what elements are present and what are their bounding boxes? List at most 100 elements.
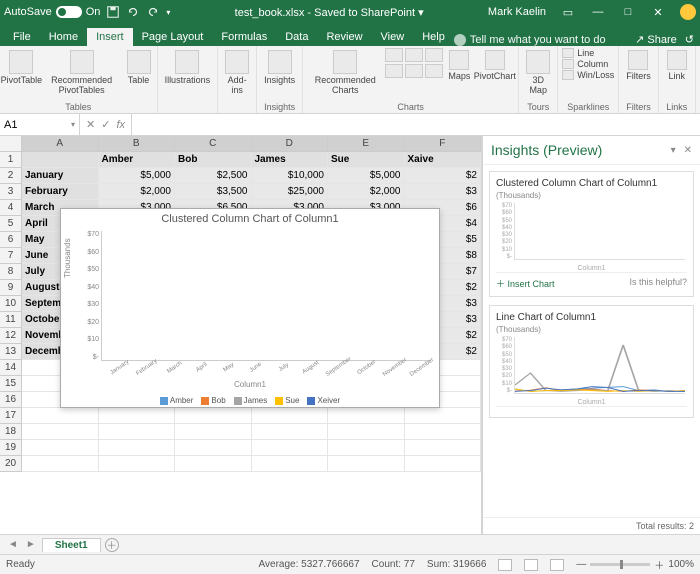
view-page-layout-icon[interactable] bbox=[524, 559, 538, 571]
tab-home[interactable]: Home bbox=[40, 28, 87, 46]
chart-type-icon[interactable] bbox=[385, 48, 403, 62]
row-header[interactable]: 1 bbox=[0, 152, 22, 168]
cell[interactable] bbox=[405, 424, 482, 440]
view-normal-icon[interactable] bbox=[498, 559, 512, 571]
chart-type-icon[interactable] bbox=[385, 64, 403, 78]
filters-button[interactable]: Filters bbox=[623, 48, 654, 84]
cell[interactable]: Xaive bbox=[405, 152, 482, 168]
cell[interactable]: $3,500 bbox=[175, 184, 252, 200]
embedded-chart[interactable]: Clustered Column Chart of Column1 Thousa… bbox=[60, 208, 440, 408]
close-icon[interactable]: ✕ bbox=[644, 3, 672, 21]
pivotchart-button[interactable]: PivotChart bbox=[475, 48, 514, 84]
3d-map-button[interactable]: 3D Map bbox=[523, 48, 553, 98]
column-header[interactable]: A bbox=[22, 136, 99, 151]
cell[interactable] bbox=[405, 440, 482, 456]
row-header[interactable]: 12 bbox=[0, 328, 22, 344]
table-button[interactable]: Table bbox=[125, 48, 153, 88]
sheet-tab[interactable]: Sheet1 bbox=[42, 538, 101, 552]
cell[interactable] bbox=[22, 456, 99, 472]
maps-button[interactable]: Maps bbox=[445, 48, 473, 84]
cell[interactable] bbox=[99, 456, 176, 472]
cell[interactable] bbox=[22, 424, 99, 440]
share-button[interactable]: ↗ Share bbox=[635, 33, 677, 46]
cell[interactable]: Amber bbox=[99, 152, 176, 168]
row-header[interactable]: 11 bbox=[0, 312, 22, 328]
recommended-charts-button[interactable]: Recommended Charts bbox=[307, 48, 383, 98]
cell[interactable]: James bbox=[252, 152, 329, 168]
recommended-pivottables-button[interactable]: Recommended PivotTables bbox=[41, 48, 123, 98]
row-header[interactable]: 7 bbox=[0, 248, 22, 264]
row-header[interactable]: 17 bbox=[0, 408, 22, 424]
row-header[interactable]: 19 bbox=[0, 440, 22, 456]
save-icon[interactable] bbox=[106, 5, 120, 19]
insight-card-column[interactable]: Clustered Column Chart of Column1 (Thous… bbox=[489, 171, 694, 297]
row-header[interactable]: 16 bbox=[0, 392, 22, 408]
cell[interactable]: Bob bbox=[175, 152, 252, 168]
row-header[interactable]: 14 bbox=[0, 360, 22, 376]
history-icon[interactable]: ↺ bbox=[685, 33, 694, 46]
cell[interactable] bbox=[99, 440, 176, 456]
cell[interactable]: February bbox=[22, 184, 99, 200]
zoom-slider[interactable] bbox=[590, 563, 650, 566]
feedback-smiley-icon[interactable] bbox=[680, 4, 696, 20]
pivottable-button[interactable]: PivotTable bbox=[4, 48, 39, 88]
insight-card-line[interactable]: Line Chart of Column1 (Thousands) $70$60… bbox=[489, 305, 694, 418]
cell[interactable] bbox=[22, 152, 99, 168]
insert-chart-button[interactable]: ＋ Insert Chart bbox=[496, 277, 555, 290]
addins-button[interactable]: Add-ins bbox=[222, 48, 252, 98]
row-header[interactable]: 15 bbox=[0, 376, 22, 392]
pane-close-icon[interactable]: ✕ bbox=[684, 145, 692, 156]
cell[interactable] bbox=[328, 408, 405, 424]
zoom-out-icon[interactable]: — bbox=[576, 559, 586, 570]
fx-icon[interactable]: fx bbox=[116, 119, 125, 131]
cell[interactable] bbox=[175, 408, 252, 424]
cell[interactable]: $2,000 bbox=[99, 184, 176, 200]
row-header[interactable]: 8 bbox=[0, 264, 22, 280]
column-header[interactable]: E bbox=[328, 136, 405, 151]
tab-insert[interactable]: Insert bbox=[87, 28, 133, 46]
zoom-control[interactable]: — ＋ 100% bbox=[576, 557, 694, 572]
cell[interactable]: $5,000 bbox=[328, 168, 405, 184]
minimize-icon[interactable]: — bbox=[584, 3, 612, 21]
cell[interactable]: $2 bbox=[405, 168, 482, 184]
view-page-break-icon[interactable] bbox=[550, 559, 564, 571]
row-header[interactable]: 4 bbox=[0, 200, 22, 216]
cell[interactable] bbox=[175, 456, 252, 472]
chart-type-icon[interactable] bbox=[425, 64, 443, 78]
formula-input[interactable] bbox=[132, 114, 700, 135]
window-title[interactable]: test_book.xlsx - Saved to SharePoint ▾ bbox=[170, 6, 488, 19]
tab-review[interactable]: Review bbox=[317, 28, 371, 46]
column-header[interactable]: C bbox=[175, 136, 252, 151]
row-header[interactable]: 13 bbox=[0, 344, 22, 360]
cell[interactable]: $2,000 bbox=[328, 184, 405, 200]
column-header[interactable]: D bbox=[252, 136, 329, 151]
new-sheet-button[interactable]: ＋ bbox=[105, 538, 119, 552]
row-header[interactable]: 10 bbox=[0, 296, 22, 312]
cell[interactable] bbox=[252, 408, 329, 424]
cell[interactable]: $2,500 bbox=[175, 168, 252, 184]
chart-type-icon[interactable] bbox=[405, 48, 423, 62]
row-header[interactable]: 20 bbox=[0, 456, 22, 472]
sheet-nav-prev-icon[interactable]: ◄ bbox=[6, 539, 20, 550]
link-button[interactable]: Link bbox=[663, 48, 691, 84]
cell[interactable]: $25,000 bbox=[252, 184, 329, 200]
column-header[interactable]: B bbox=[99, 136, 176, 151]
tab-data[interactable]: Data bbox=[276, 28, 317, 46]
redo-icon[interactable] bbox=[146, 5, 160, 19]
tab-help[interactable]: Help bbox=[413, 28, 454, 46]
cell[interactable] bbox=[328, 424, 405, 440]
cell[interactable]: Sue bbox=[328, 152, 405, 168]
sparkline-column-button[interactable]: Column bbox=[562, 59, 614, 69]
sparkline-winloss-button[interactable]: Win/Loss bbox=[562, 70, 614, 80]
ribbon-display-icon[interactable]: ▭ bbox=[554, 3, 582, 21]
cell[interactable] bbox=[405, 456, 482, 472]
maximize-icon[interactable]: □ bbox=[614, 3, 642, 21]
cell[interactable]: January bbox=[22, 168, 99, 184]
cell[interactable] bbox=[22, 408, 99, 424]
tab-file[interactable]: File bbox=[4, 28, 40, 46]
row-header[interactable]: 3 bbox=[0, 184, 22, 200]
sheet-nav-next-icon[interactable]: ► bbox=[24, 539, 38, 550]
cell[interactable]: $10,000 bbox=[252, 168, 329, 184]
autosave-toggle[interactable]: AutoSave On bbox=[4, 6, 100, 18]
illustrations-button[interactable]: Illustrations bbox=[162, 48, 214, 88]
